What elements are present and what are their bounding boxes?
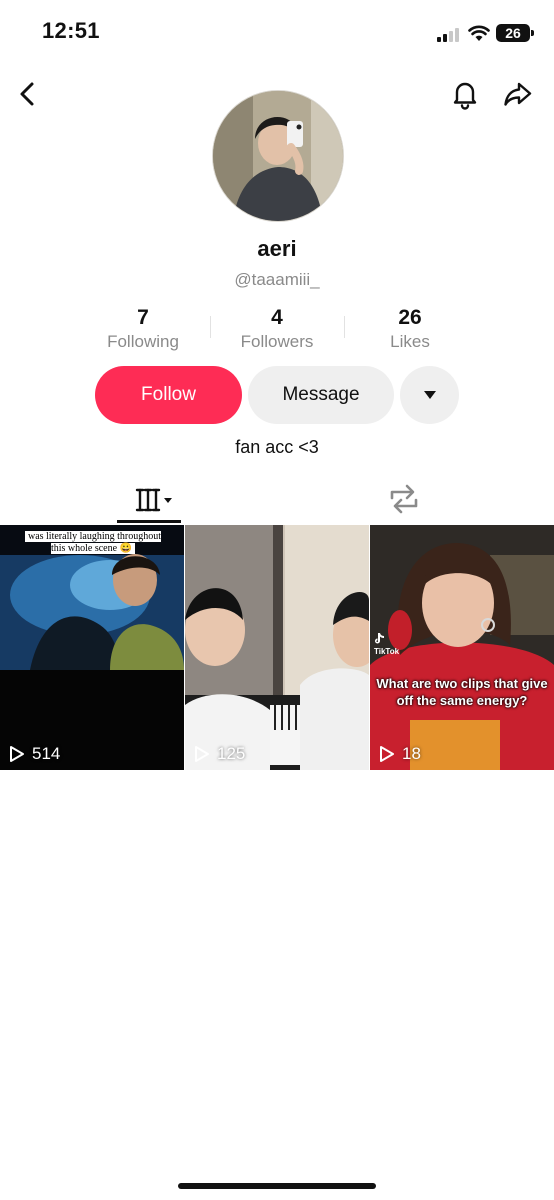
likes-count: 26	[398, 306, 422, 329]
thumbnail-image	[185, 525, 369, 770]
wifi-icon	[468, 25, 490, 41]
follow-button[interactable]: Follow	[95, 366, 242, 424]
view-count-text: 125	[217, 744, 246, 763]
view-count: 125	[193, 744, 245, 764]
tiktok-watermark: TikTok	[374, 633, 399, 656]
battery-indicator: 26	[496, 24, 530, 42]
video-caption: What are two clips that give off the sam…	[376, 676, 548, 708]
tab-videos[interactable]	[120, 480, 180, 520]
stat-divider	[210, 316, 211, 338]
followers-stat[interactable]: 4 Followers	[217, 306, 337, 352]
thumbnail-image	[0, 525, 184, 770]
status-time: 12:51	[42, 18, 100, 43]
view-count-text: 514	[32, 744, 61, 763]
followers-count: 4	[271, 306, 283, 329]
profile-bio: fan acc <3	[235, 437, 319, 457]
play-icon	[195, 746, 209, 762]
video-thumbnail[interactable]: TikTok What are two clips that give off …	[370, 525, 554, 770]
share-icon[interactable]	[502, 78, 534, 110]
avatar[interactable]	[212, 90, 344, 222]
stat-divider	[344, 316, 345, 338]
videos-grid-icon	[135, 488, 172, 512]
message-button[interactable]: Message	[248, 366, 394, 424]
active-tab-indicator	[117, 520, 181, 523]
avatar-photo	[213, 91, 343, 221]
profile-handle: @taaamiii_	[234, 270, 320, 289]
home-indicator[interactable]	[178, 1183, 376, 1189]
tiktok-logo-icon	[375, 633, 384, 644]
following-label: Following	[107, 332, 179, 351]
back-arrow-icon[interactable]	[12, 78, 44, 110]
view-count: 514	[8, 744, 60, 764]
repost-tab-icon[interactable]	[386, 482, 422, 516]
view-count-text: 18	[402, 744, 421, 763]
caret-down-icon	[423, 391, 436, 399]
battery-tip	[531, 30, 534, 36]
video-thumbnail[interactable]: 125	[185, 525, 369, 770]
tiktok-watermark-text: TikTok	[374, 647, 400, 656]
view-count: 18	[378, 744, 421, 764]
suggested-accounts-button[interactable]	[400, 366, 459, 424]
likes-label: Likes	[390, 332, 430, 351]
profile-name: aeri	[257, 236, 297, 261]
play-icon	[380, 746, 394, 762]
followers-label: Followers	[240, 332, 314, 351]
play-icon	[10, 746, 24, 762]
bell-icon[interactable]	[449, 78, 481, 110]
following-stat[interactable]: 7 Following	[83, 306, 203, 352]
video-caption: was literally laughing throughout this w…	[22, 531, 164, 555]
cellular-signal-icon	[437, 28, 461, 42]
likes-stat[interactable]: 26 Likes	[350, 306, 470, 352]
video-thumbnail[interactable]: was literally laughing throughout this w…	[0, 525, 184, 770]
following-count: 7	[137, 306, 149, 329]
